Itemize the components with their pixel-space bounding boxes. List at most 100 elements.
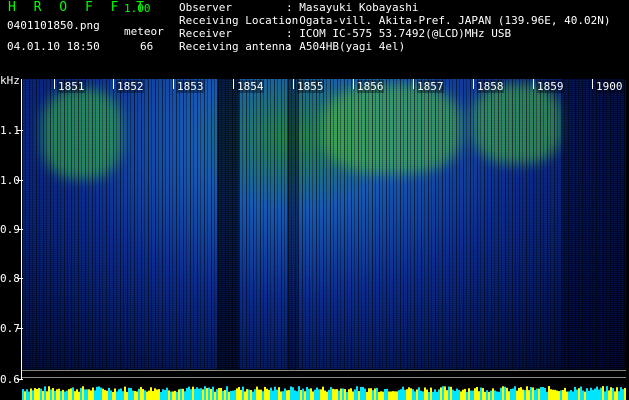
signal-bar [522, 389, 524, 400]
signal-bar [562, 389, 564, 400]
signal-bar [510, 388, 512, 400]
signal-level-strip [22, 386, 626, 400]
signal-bar [278, 387, 280, 400]
signal-bar [32, 390, 34, 400]
meteor-count: 66 [140, 40, 154, 53]
signal-bar [458, 389, 460, 400]
location-label: Receiving Location [179, 14, 299, 27]
signal-bar [554, 389, 556, 400]
signal-bar [594, 388, 596, 400]
signal-bar [148, 390, 150, 400]
signal-bar [46, 391, 48, 400]
signal-bar [220, 387, 222, 400]
signal-bar [582, 390, 584, 400]
signal-bar [464, 388, 466, 400]
signal-bar [248, 389, 250, 400]
signal-bar [370, 388, 372, 400]
signal-bar [180, 388, 182, 400]
signal-bar [338, 390, 340, 400]
signal-bar [494, 390, 496, 400]
signal-bar [396, 391, 398, 400]
signal-bar [246, 389, 248, 400]
signal-bar [610, 387, 612, 400]
signal-bar [52, 387, 54, 400]
signal-bar [356, 386, 358, 400]
signal-bar [176, 391, 178, 400]
signal-bar [478, 391, 480, 400]
signal-bar [226, 386, 228, 400]
signal-bar [394, 391, 396, 400]
signal-bar [416, 389, 418, 400]
signal-bar [598, 389, 600, 400]
signal-bar [212, 386, 214, 400]
signal-bar [132, 390, 134, 400]
signal-bar [168, 390, 170, 400]
signal-bar [172, 391, 174, 400]
signal-bar [198, 388, 200, 400]
signal-bar [528, 390, 530, 400]
signal-bar [424, 387, 426, 400]
x-tick [592, 79, 593, 89]
signal-bar [222, 390, 224, 400]
signal-bar [512, 388, 514, 400]
signal-bar [146, 391, 148, 400]
signal-bar [230, 390, 232, 400]
signal-bar [94, 390, 96, 400]
signal-bar [150, 387, 152, 400]
signal-bar [374, 388, 376, 400]
x-tick-label: 1859 [537, 80, 564, 93]
signal-bar [552, 389, 554, 400]
signal-bar [452, 389, 454, 400]
x-tick [54, 79, 55, 89]
signal-bar [516, 390, 518, 400]
signal-bar [250, 390, 252, 400]
signal-bar [558, 391, 560, 400]
signal-bar [272, 390, 274, 400]
signal-bar [134, 390, 136, 400]
signal-bar [166, 387, 168, 400]
signal-bar [206, 388, 208, 400]
signal-bar [312, 391, 314, 400]
signal-bar [432, 391, 434, 400]
signal-bar [26, 389, 28, 400]
signal-bar [498, 391, 500, 400]
divider-line [22, 377, 626, 378]
signal-bar [520, 387, 522, 400]
x-tick [473, 79, 474, 89]
signal-bar [274, 386, 276, 400]
signal-bar [336, 389, 338, 400]
signal-bar [234, 390, 236, 400]
signal-bar [586, 388, 588, 400]
x-tick-label: 1854 [237, 80, 264, 93]
y-tick [17, 229, 23, 230]
signal-bar [354, 389, 356, 400]
signal-bar [418, 387, 420, 400]
signal-bar [260, 389, 262, 400]
signal-bar [340, 388, 342, 400]
x-tick [113, 79, 114, 89]
signal-bar [596, 386, 598, 400]
signal-bar [288, 390, 290, 400]
signal-bar [444, 386, 446, 400]
signal-bar [614, 391, 616, 400]
signal-bar [376, 387, 378, 400]
signal-bar [566, 391, 568, 400]
signal-bar [162, 389, 164, 400]
signal-bar [490, 390, 492, 400]
signal-bar [612, 388, 614, 400]
signal-bar [368, 388, 370, 400]
signal-bar [110, 390, 112, 400]
signal-bar [266, 388, 268, 400]
signal-bar [160, 391, 162, 400]
signal-bar [592, 389, 594, 400]
signal-bar [572, 391, 574, 400]
signal-bar [304, 391, 306, 400]
signal-bar [532, 387, 534, 400]
signal-bar [486, 390, 488, 400]
signal-bar [298, 386, 300, 400]
signal-bar [88, 389, 90, 400]
signal-bar [322, 386, 324, 400]
signal-bar [348, 389, 350, 400]
antenna-value: : A504HB(yagi 4el) [286, 40, 406, 53]
signal-bar [526, 386, 528, 400]
